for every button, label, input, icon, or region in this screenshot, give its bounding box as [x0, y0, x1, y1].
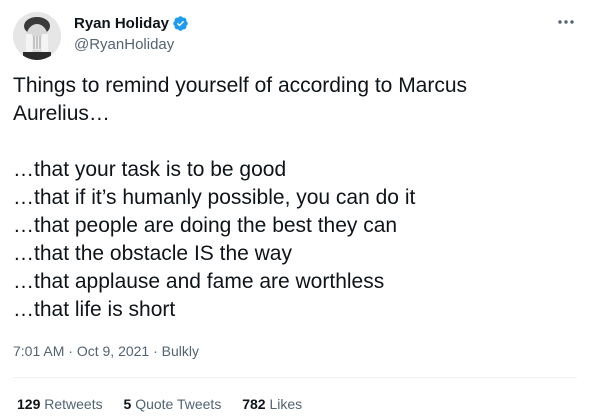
- tweet-list-item: …that applause and fame are worthless: [13, 270, 385, 293]
- avatar[interactable]: [13, 12, 61, 60]
- tweet-intro-line: Things to remind yourself of according t…: [13, 74, 468, 97]
- retweets-stat[interactable]: 129 Retweets: [17, 396, 103, 412]
- author-handle[interactable]: @RyanHoliday: [74, 36, 189, 53]
- quote-tweets-label: Quote Tweets: [135, 396, 222, 412]
- tweet-list-item: …that people are doing the best they can: [13, 214, 398, 237]
- tweet-source[interactable]: Bulkly: [162, 343, 199, 359]
- tweet-intro-line: Aurelius…: [13, 102, 110, 125]
- likes-label: Likes: [269, 396, 303, 412]
- tweet-card: Ryan Holiday @RyanHoliday Things to remi…: [0, 0, 590, 420]
- quote-tweets-stat[interactable]: 5 Quote Tweets: [124, 396, 222, 412]
- tweet-time[interactable]: 7:01 AM: [13, 343, 64, 359]
- avatar-photo: [13, 12, 61, 60]
- divider: [13, 377, 577, 378]
- quote-tweets-count: 5: [123, 396, 132, 412]
- author-block: Ryan Holiday @RyanHoliday: [74, 13, 189, 53]
- author-name-row: Ryan Holiday: [74, 13, 189, 33]
- more-options-button[interactable]: [556, 12, 576, 32]
- meta-separator: ·: [64, 343, 77, 359]
- likes-stat[interactable]: 782 Likes: [242, 396, 302, 412]
- tweet-list-item: …that your task is to be good: [13, 158, 287, 181]
- engagement-stats: 129 Retweets 5 Quote Tweets 782 Likes: [17, 396, 319, 412]
- retweets-count: 129: [17, 396, 41, 412]
- tweet-list-item: …that if it’s humanly possible, you can …: [13, 186, 416, 209]
- author-name[interactable]: Ryan Holiday: [74, 15, 169, 32]
- likes-count: 782: [242, 396, 266, 412]
- more-dots-icon: [558, 20, 574, 24]
- tweet-text: Things to remind yourself of according t…: [13, 72, 573, 324]
- retweets-label: Retweets: [44, 396, 103, 412]
- tweet-list-item: …that the obstacle IS the way: [13, 242, 292, 265]
- tweet-date[interactable]: Oct 9, 2021: [77, 343, 149, 359]
- meta-separator: ·: [149, 343, 162, 359]
- verified-badge-icon: [172, 15, 189, 32]
- tweet-list-item: …that life is short: [13, 298, 176, 321]
- tweet-meta: 7:01 AM · Oct 9, 2021 · Bulkly: [13, 343, 199, 359]
